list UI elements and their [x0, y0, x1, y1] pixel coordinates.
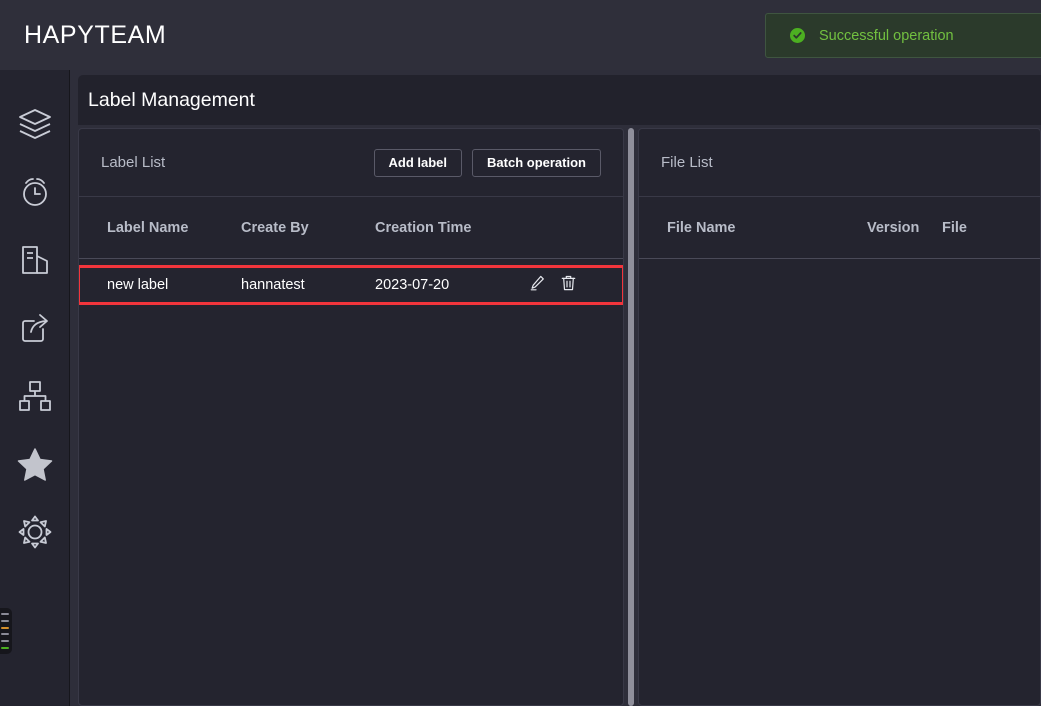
check-circle-icon [790, 28, 805, 43]
edit-icon[interactable] [530, 275, 545, 296]
label-table: Label Name Create By Creation Time new l… [79, 197, 623, 305]
alarm-clock-icon [18, 175, 52, 209]
success-toast: Successful operation [765, 13, 1041, 58]
log-line [1, 640, 9, 643]
content-area: Label List Add label Batch operation Lab… [78, 128, 1041, 706]
column-header-file-size: File [942, 219, 967, 236]
column-header-file-name: File Name [667, 219, 736, 236]
column-header-version: Version [867, 219, 920, 236]
column-header-creation-time: Creation Time [375, 219, 472, 236]
sidebar-item-favorites[interactable] [0, 430, 70, 498]
file-list-panel: File List File Name Version File [638, 128, 1041, 706]
log-line-success [1, 646, 9, 649]
row-actions [530, 275, 576, 296]
sidebar-item-layers[interactable] [0, 90, 70, 158]
file-table: File Name Version File [639, 197, 1040, 259]
cell-creation-time: 2023-07-20 [375, 277, 450, 293]
log-line [1, 619, 9, 622]
layers-icon [17, 107, 53, 141]
sidebar-item-building[interactable] [0, 226, 70, 294]
sitemap-icon [18, 380, 52, 412]
add-label-button[interactable]: Add label [373, 148, 463, 177]
star-icon [17, 447, 53, 481]
file-list-title: File List [661, 154, 713, 171]
column-header-label-name: Label Name [107, 219, 189, 236]
page-header: Label Management [78, 75, 1041, 125]
column-header-create-by: Create By [241, 219, 309, 236]
delete-icon[interactable] [561, 275, 576, 296]
cell-label-name: new label [107, 277, 169, 293]
sidebar-item-share[interactable] [0, 294, 70, 362]
app-brand: HAPYTEAM [24, 20, 167, 49]
sidebar-item-alarm[interactable] [0, 158, 70, 226]
label-list-header: Label List Add label Batch operation [79, 129, 623, 197]
label-list-actions: Add label Batch operation [373, 148, 601, 177]
sidebar-item-settings[interactable] [0, 498, 70, 566]
label-table-header: Label Name Create By Creation Time [79, 197, 623, 259]
label-list-panel: Label List Add label Batch operation Lab… [78, 128, 624, 706]
log-line [1, 633, 9, 636]
batch-operation-button[interactable]: Batch operation [472, 148, 601, 177]
gear-icon [18, 515, 52, 549]
file-list-header: File List [639, 129, 1040, 197]
share-icon [18, 311, 52, 345]
file-table-header: File Name Version File [639, 197, 1040, 259]
toast-message: Successful operation [819, 27, 954, 44]
label-list-title: Label List [101, 154, 166, 171]
console-log-chip[interactable] [0, 608, 12, 654]
cell-create-by: hannatest [241, 277, 305, 293]
table-row[interactable]: new label hannatest 2023-07-20 [79, 265, 623, 305]
log-line [1, 613, 9, 615]
page-title: Label Management [88, 88, 255, 111]
log-line-warning [1, 626, 9, 629]
building-icon [18, 243, 52, 277]
sidebar-item-sitemap[interactable] [0, 362, 70, 430]
panel-splitter[interactable] [628, 128, 634, 706]
